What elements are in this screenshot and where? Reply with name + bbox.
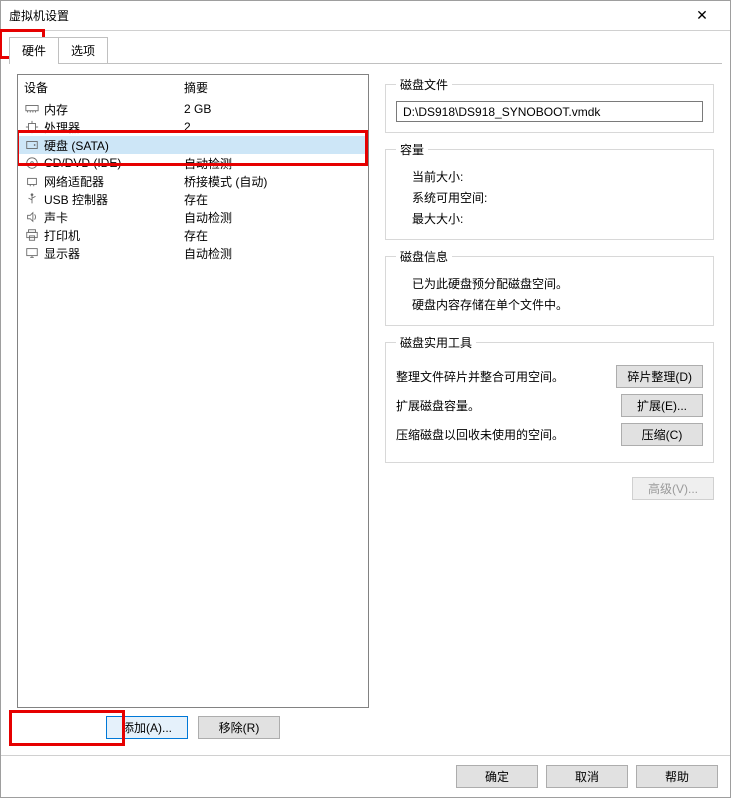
advanced-button-label: 高级(V)... bbox=[648, 480, 698, 497]
device-name: USB 控制器 bbox=[44, 191, 184, 208]
device-row-cpu[interactable]: 处理器 2 bbox=[18, 118, 368, 136]
device-name: 内存 bbox=[44, 101, 184, 118]
device-row-printer[interactable]: 打印机 存在 bbox=[18, 226, 368, 244]
compact-button-label: 压缩(C) bbox=[642, 426, 683, 443]
compact-desc: 压缩磁盘以回收未使用的空间。 bbox=[396, 426, 611, 443]
expand-desc: 扩展磁盘容量。 bbox=[396, 397, 611, 414]
device-summary: 自动检测 bbox=[184, 155, 232, 172]
add-button[interactable]: 添加(A)... bbox=[106, 716, 188, 739]
network-icon bbox=[24, 174, 40, 188]
ok-button[interactable]: 确定 bbox=[456, 765, 538, 788]
cpu-icon bbox=[24, 120, 40, 134]
close-icon[interactable]: ✕ bbox=[682, 7, 722, 24]
defrag-desc: 整理文件碎片并整合可用空间。 bbox=[396, 368, 606, 385]
device-name: CD/DVD (IDE) bbox=[44, 156, 184, 170]
ok-button-label: 确定 bbox=[485, 768, 509, 785]
tab-hardware-label: 硬件 bbox=[22, 44, 46, 58]
disk-file-legend: 磁盘文件 bbox=[396, 76, 452, 93]
free-space-label: 系统可用空间: bbox=[412, 191, 487, 205]
advanced-button[interactable]: 高级(V)... bbox=[632, 477, 714, 500]
device-row-memory[interactable]: 内存 2 GB bbox=[18, 100, 368, 118]
device-name: 网络适配器 bbox=[44, 173, 184, 190]
device-row-usb[interactable]: USB 控制器 存在 bbox=[18, 190, 368, 208]
disk-util-legend: 磁盘实用工具 bbox=[396, 334, 476, 351]
compact-button[interactable]: 压缩(C) bbox=[621, 423, 703, 446]
device-summary: 存在 bbox=[184, 191, 208, 208]
expand-button-label: 扩展(E)... bbox=[637, 397, 687, 414]
disk-file-group: 磁盘文件 D:\DS918\DS918_SYNOBOOT.vmdk bbox=[385, 76, 714, 133]
header-device: 设备 bbox=[24, 79, 184, 96]
device-name: 打印机 bbox=[44, 227, 184, 244]
sound-icon bbox=[24, 210, 40, 224]
titlebar: 虚拟机设置 ✕ bbox=[1, 1, 730, 31]
remove-button[interactable]: 移除(R) bbox=[198, 716, 280, 739]
defrag-button[interactable]: 碎片整理(D) bbox=[616, 365, 703, 388]
capacity-group: 容量 当前大小: 系统可用空间: 最大大小: bbox=[385, 141, 714, 240]
device-list-header: 设备 摘要 bbox=[18, 75, 368, 100]
cd-icon bbox=[24, 156, 40, 170]
device-summary: 存在 bbox=[184, 227, 208, 244]
device-row-cddvd[interactable]: CD/DVD (IDE) 自动检测 bbox=[18, 154, 368, 172]
add-button-label: 添加(A)... bbox=[122, 719, 172, 736]
tab-options[interactable]: 选项 bbox=[58, 37, 108, 63]
help-button[interactable]: 帮助 bbox=[636, 765, 718, 788]
display-icon bbox=[24, 246, 40, 260]
disk-info-group: 磁盘信息 已为此硬盘预分配磁盘空间。 硬盘内容存储在单个文件中。 bbox=[385, 248, 714, 326]
disk-file-path-value: D:\DS918\DS918_SYNOBOOT.vmdk bbox=[403, 105, 600, 119]
device-row-display[interactable]: 显示器 自动检测 bbox=[18, 244, 368, 262]
device-row-sound[interactable]: 声卡 自动检测 bbox=[18, 208, 368, 226]
expand-button[interactable]: 扩展(E)... bbox=[621, 394, 703, 417]
usb-icon bbox=[24, 192, 40, 206]
capacity-legend: 容量 bbox=[396, 141, 428, 158]
disk-file-path-field[interactable]: D:\DS918\DS918_SYNOBOOT.vmdk bbox=[396, 101, 703, 122]
help-button-label: 帮助 bbox=[665, 768, 689, 785]
cancel-button[interactable]: 取消 bbox=[546, 765, 628, 788]
disk-util-group: 磁盘实用工具 整理文件碎片并整合可用空间。 碎片整理(D) 扩展磁盘容量。 扩展… bbox=[385, 334, 714, 463]
current-size-label: 当前大小: bbox=[412, 170, 463, 184]
header-summary: 摘要 bbox=[184, 79, 208, 96]
tab-options-label: 选项 bbox=[71, 44, 95, 58]
cancel-button-label: 取消 bbox=[575, 768, 599, 785]
disk-info-legend: 磁盘信息 bbox=[396, 248, 452, 265]
max-size-label: 最大大小: bbox=[412, 212, 463, 226]
memory-icon bbox=[24, 102, 40, 116]
device-row-network[interactable]: 网络适配器 桥接模式 (自动) bbox=[18, 172, 368, 190]
device-summary: 桥接模式 (自动) bbox=[184, 173, 267, 190]
device-name: 声卡 bbox=[44, 209, 184, 226]
disk-info-line1: 已为此硬盘预分配磁盘空间。 bbox=[396, 273, 703, 294]
defrag-button-label: 碎片整理(D) bbox=[627, 368, 692, 385]
window-title: 虚拟机设置 bbox=[9, 7, 682, 24]
device-summary: 自动检测 bbox=[184, 209, 232, 226]
device-list[interactable]: 设备 摘要 内存 2 GB 处理器 2 硬盘 (SATA) bbox=[17, 74, 369, 708]
device-row-harddisk[interactable]: 硬盘 (SATA) bbox=[18, 136, 368, 154]
device-name: 显示器 bbox=[44, 245, 184, 262]
disk-icon bbox=[24, 138, 40, 152]
device-name: 硬盘 (SATA) bbox=[44, 137, 184, 154]
tab-hardware[interactable]: 硬件 bbox=[9, 37, 59, 63]
disk-info-line2: 硬盘内容存储在单个文件中。 bbox=[396, 294, 703, 315]
device-summary: 2 bbox=[184, 120, 191, 134]
device-name: 处理器 bbox=[44, 119, 184, 136]
device-summary: 2 GB bbox=[184, 102, 211, 116]
printer-icon bbox=[24, 228, 40, 242]
device-summary: 自动检测 bbox=[184, 245, 232, 262]
remove-button-label: 移除(R) bbox=[219, 719, 260, 736]
